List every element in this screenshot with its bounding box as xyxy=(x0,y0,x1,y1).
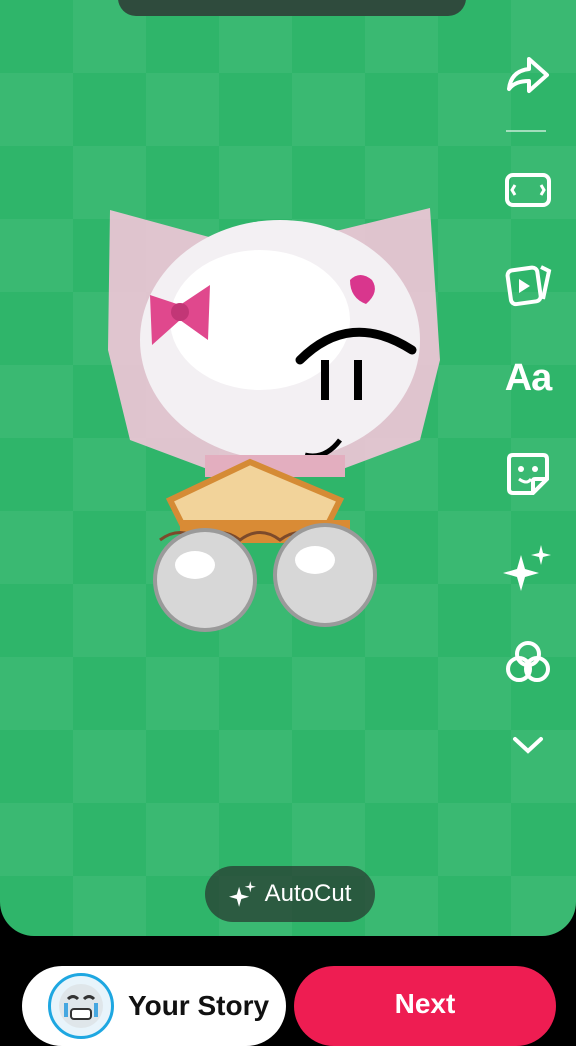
text-icon: Aa xyxy=(504,356,553,399)
more-tools-button[interactable] xyxy=(498,714,558,774)
your-story-label: Your Story xyxy=(128,990,270,1021)
next-label: Next xyxy=(394,988,456,1019)
toolbar-divider xyxy=(506,130,546,132)
character-image xyxy=(108,208,440,632)
share-button[interactable] xyxy=(498,44,558,104)
autocut-button[interactable]: AutoCut xyxy=(205,866,375,922)
your-story-button[interactable]: Your Story xyxy=(22,966,286,1046)
video-template-icon xyxy=(505,265,552,307)
effects-icon xyxy=(503,545,551,591)
autocut-label: AutoCut xyxy=(264,880,352,907)
editor-canvas: Aa AutoCut xyxy=(0,0,576,936)
avatar xyxy=(48,973,114,1039)
text-button[interactable]: Aa xyxy=(498,348,558,408)
sticker-icon xyxy=(507,453,549,495)
video-template-button[interactable] xyxy=(498,254,558,314)
filters-button[interactable] xyxy=(498,632,558,692)
chevron-down-icon xyxy=(513,737,543,754)
sparkle-icon xyxy=(228,881,256,907)
filters-icon xyxy=(506,641,550,682)
effects-button[interactable] xyxy=(498,538,558,598)
next-button[interactable]: Next xyxy=(294,966,556,1046)
top-handle xyxy=(118,0,466,16)
resize-icon xyxy=(505,173,551,207)
share-icon xyxy=(507,57,549,93)
sticker-button[interactable] xyxy=(498,444,558,504)
resize-button[interactable] xyxy=(498,160,558,220)
